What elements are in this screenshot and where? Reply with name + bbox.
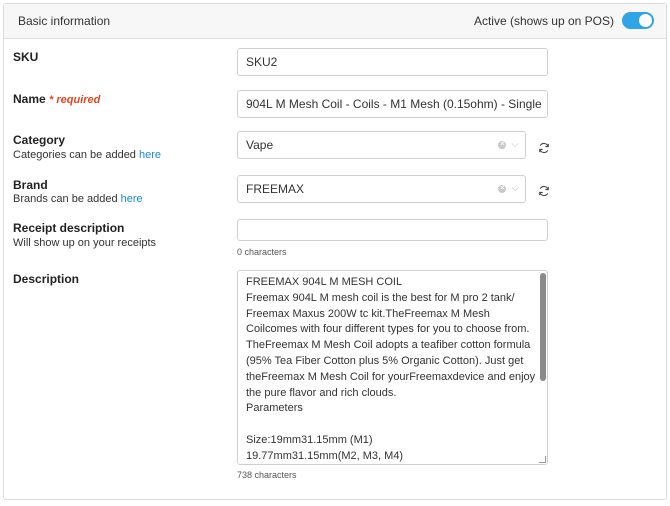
receipt-hint: Will show up on your receipts xyxy=(13,237,157,249)
chevron-down-icon[interactable]: ⌵ xyxy=(511,132,519,158)
refresh-icon[interactable] xyxy=(538,185,550,197)
brand-hint-text: Brands can be added xyxy=(13,193,118,205)
panel-header: Basic information Active (shows up on PO… xyxy=(4,4,666,39)
scrollbar[interactable] xyxy=(540,273,546,381)
brand-select[interactable]: FREEMAX ✕ ⌵ xyxy=(237,175,526,203)
description-label: Description xyxy=(13,272,80,286)
category-label: Category xyxy=(13,133,66,147)
name-label-text: Name xyxy=(13,92,46,106)
brand-add-link[interactable]: here xyxy=(121,193,143,205)
brand-hint: Brands can be added here xyxy=(13,193,143,205)
category-add-link[interactable]: here xyxy=(139,149,161,161)
basic-information-panel: Basic information Active (shows up on PO… xyxy=(3,3,667,500)
active-label: Active (shows up on POS) xyxy=(473,14,614,28)
refresh-icon[interactable] xyxy=(538,142,550,154)
description-text: FREEMAX 904L M MESH COIL Freemax 904L M … xyxy=(246,276,536,462)
name-label: Name * required xyxy=(13,92,100,106)
toggle-knob xyxy=(639,14,652,27)
active-toggle[interactable] xyxy=(622,12,654,29)
clear-icon[interactable]: ✕ xyxy=(498,141,507,149)
resize-handle[interactable] xyxy=(539,456,546,463)
category-hint-text: Categories can be added xyxy=(13,149,136,161)
description-char-count: 738 characters xyxy=(237,470,297,480)
chevron-down-icon[interactable]: ⌵ xyxy=(511,176,519,202)
name-input[interactable]: 904L M Mesh Coil - Coils - M1 Mesh (0.15… xyxy=(237,90,548,118)
receipt-label: Receipt description xyxy=(13,221,125,235)
required-marker: * required xyxy=(49,94,101,106)
receipt-char-count: 0 characters xyxy=(237,247,287,257)
brand-select-controls: ✕ ⌵ xyxy=(498,176,519,202)
category-hint: Categories can be added here xyxy=(13,149,161,161)
sku-label: SKU xyxy=(13,50,39,64)
sku-input[interactable]: SKU2 xyxy=(237,48,548,76)
clear-icon[interactable]: ✕ xyxy=(498,185,507,193)
category-select[interactable]: Vape ✕ ⌵ xyxy=(237,131,526,159)
brand-value: FREEMAX xyxy=(246,182,305,196)
description-textarea[interactable]: FREEMAX 904L M MESH COIL Freemax 904L M … xyxy=(237,270,548,465)
brand-label: Brand xyxy=(13,178,48,192)
receipt-description-input[interactable] xyxy=(237,219,548,241)
category-select-controls: ✕ ⌵ xyxy=(498,132,519,158)
category-value: Vape xyxy=(246,138,274,152)
panel-title: Basic information xyxy=(18,14,111,28)
